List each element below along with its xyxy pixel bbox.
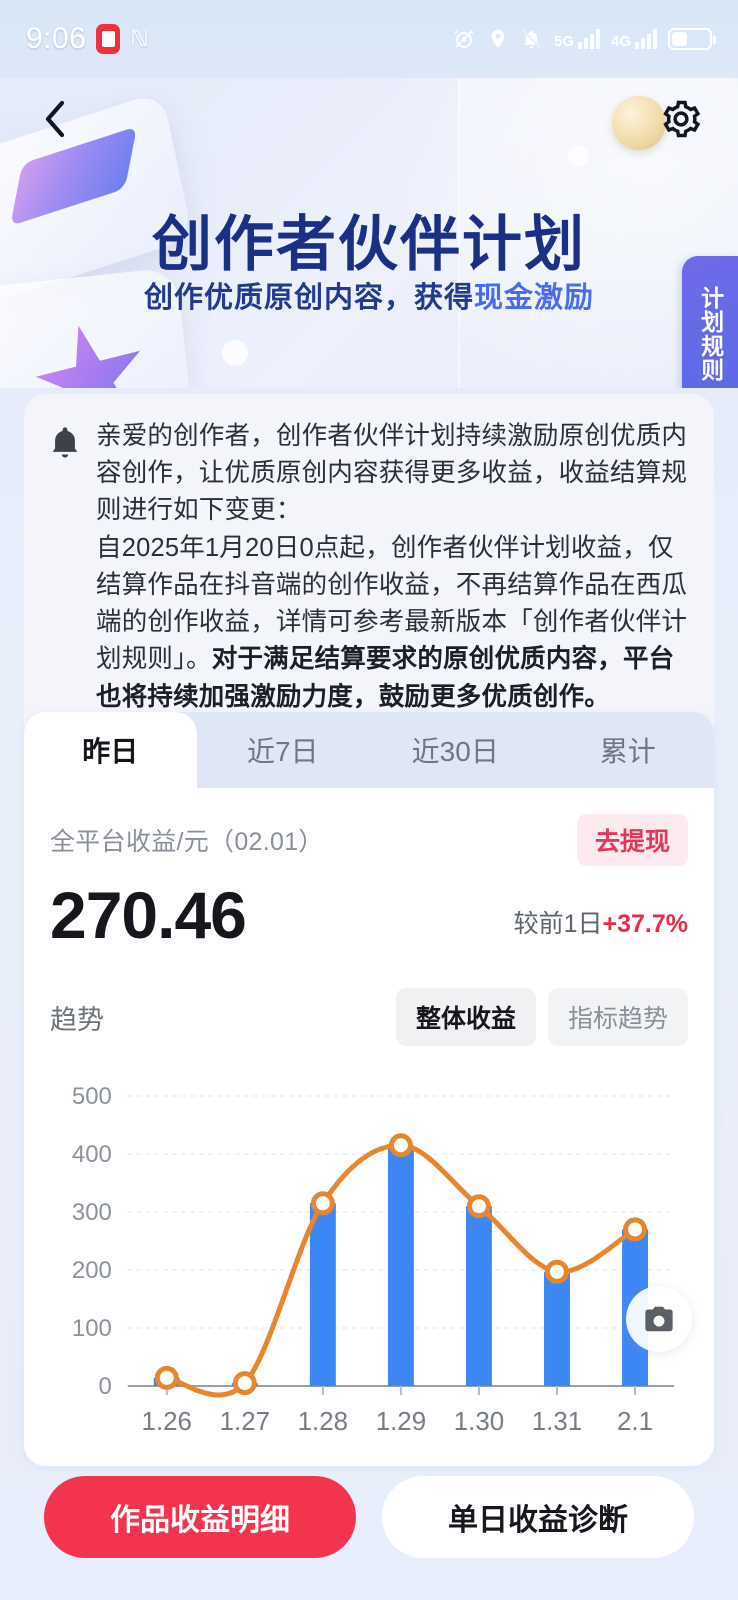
earnings-label: 全平台收益/元（02.01） — [50, 828, 324, 856]
banner-subtitle: 创作优质原创内容，获得现金激励 — [0, 274, 738, 316]
screenshot-camera-button[interactable] — [626, 1286, 692, 1352]
battery-icon — [668, 28, 716, 50]
page-title: 创作者伙伴计划 — [152, 211, 586, 278]
svg-text:2.1: 2.1 — [617, 1408, 653, 1436]
signal-5g: 5G — [554, 29, 600, 49]
gear-icon — [659, 97, 703, 146]
tab-last-7-days[interactable]: 近7日 — [197, 712, 370, 788]
svg-text:1.29: 1.29 — [376, 1408, 426, 1436]
plan-rules-tab[interactable]: 计划规则 — [682, 256, 738, 388]
alarm-icon — [452, 27, 476, 51]
status-time: 9:06 — [26, 22, 87, 55]
bottom-action-bar: 作品收益明细 单日收益诊断 — [0, 1460, 738, 1600]
back-chevron-icon — [38, 97, 72, 146]
status-bar-left: 9:06 ℕ — [26, 22, 149, 56]
nfc-icon: ℕ — [130, 26, 149, 51]
notice-paragraph-2: 自2025年1月20日0点起，创作者伙伴计划收益，仅结算作品在抖音端的创作收益，… — [96, 530, 688, 716]
trend-label: 趋势 — [50, 1004, 104, 1035]
notice-text: 亲爱的创作者，创作者伙伴计划持续激励原创优质内容创作，让优质原创内容获得更多收益… — [96, 418, 688, 716]
camera-icon — [642, 1304, 676, 1334]
earnings-chart[interactable]: 0 100 200 300 400 500 1.26 1.27 1.28 1.29 1.30 1.31… — [50, 1078, 692, 1448]
back-button[interactable] — [28, 94, 82, 148]
tab-cumulative[interactable]: 累计 — [542, 712, 715, 788]
segment-metric-trend[interactable]: 指标趋势 — [547, 988, 688, 1046]
location-icon — [487, 27, 509, 51]
svg-text:500: 500 — [72, 1083, 112, 1110]
earnings-delta-prefix: 较前1日 — [513, 910, 603, 938]
notice-card: 亲爱的创作者，创作者伙伴计划持续激励原创优质内容创作，让优质原创内容获得更多收益… — [24, 394, 714, 744]
decorative-bubble-1 — [568, 146, 588, 166]
banner-subtitle-plain: 创作优质原创内容，获得 — [143, 282, 474, 314]
segment-overall-earnings[interactable]: 整体收益 — [395, 988, 536, 1046]
withdraw-button[interactable]: 去提现 — [576, 814, 688, 866]
period-tabs: 昨日 近7日 近30日 累计 — [24, 712, 714, 788]
earnings-card: 昨日 近7日 近30日 累计 全平台收益/元（02.01） 去提现 270.46… — [24, 712, 714, 1466]
trend-segmented-control: 整体收益 指标趋势 — [395, 988, 688, 1046]
earnings-card-body: 全平台收益/元（02.01） 去提现 270.46 较前1日+37.7% 趋势 … — [24, 788, 714, 1466]
mute-bell-icon — [520, 27, 543, 51]
svg-text:0: 0 — [98, 1373, 111, 1400]
svg-text:1.27: 1.27 — [220, 1408, 270, 1436]
earnings-amount: 270.46 — [50, 878, 247, 952]
svg-text:1.31: 1.31 — [532, 1408, 582, 1436]
settings-button[interactable] — [652, 92, 710, 150]
svg-text:400: 400 — [72, 1141, 112, 1168]
earnings-amount-row: 270.46 较前1日+37.7% — [50, 882, 688, 948]
hero-banner: 创作者伙伴计划 创作优质原创内容，获得现金激励 计划规则 — [0, 78, 738, 388]
earnings-chart-svg: 0 100 200 300 400 500 1.26 1.27 1.28 1.29 1.30 1.31… — [72, 1083, 675, 1436]
earnings-delta-value: +37.7% — [602, 910, 689, 938]
bell-icon — [48, 418, 82, 716]
earnings-header-row: 全平台收益/元（02.01） 去提现 — [50, 788, 688, 866]
svg-text:1.26: 1.26 — [142, 1408, 192, 1436]
app-badge-icon — [96, 24, 121, 54]
tab-last-30-days[interactable]: 近30日 — [369, 712, 542, 788]
svg-text:1.30: 1.30 — [454, 1408, 504, 1436]
svg-text:100: 100 — [72, 1315, 112, 1342]
svg-text:300: 300 — [72, 1199, 112, 1226]
works-earnings-detail-button[interactable]: 作品收益明细 — [44, 1476, 356, 1558]
notice-paragraph-1: 亲爱的创作者，创作者伙伴计划持续激励原创优质内容创作，让优质原创内容获得更多收益… — [96, 422, 688, 525]
signal-4g: 4G — [611, 29, 657, 49]
status-bar-right: 5G 4G — [452, 27, 716, 51]
trend-header-row: 趋势 整体收益 指标趋势 — [50, 988, 688, 1046]
svg-text:200: 200 — [72, 1257, 112, 1284]
banner-subtitle-highlight: 现金激励 — [474, 282, 595, 314]
tab-yesterday[interactable]: 昨日 — [24, 712, 218, 788]
earnings-delta: 较前1日+37.7% — [514, 904, 688, 948]
app-screen: 9:06 ℕ 5G 4G 创作者伙伴计划 创作优质原创内容，获得现金激励 计划规… — [0, 0, 738, 1600]
decorative-bubble-2 — [222, 340, 248, 366]
svg-text:1.28: 1.28 — [298, 1408, 348, 1436]
status-bar: 9:06 ℕ 5G 4G — [0, 0, 738, 78]
daily-earnings-diagnosis-button[interactable]: 单日收益诊断 — [382, 1476, 694, 1558]
